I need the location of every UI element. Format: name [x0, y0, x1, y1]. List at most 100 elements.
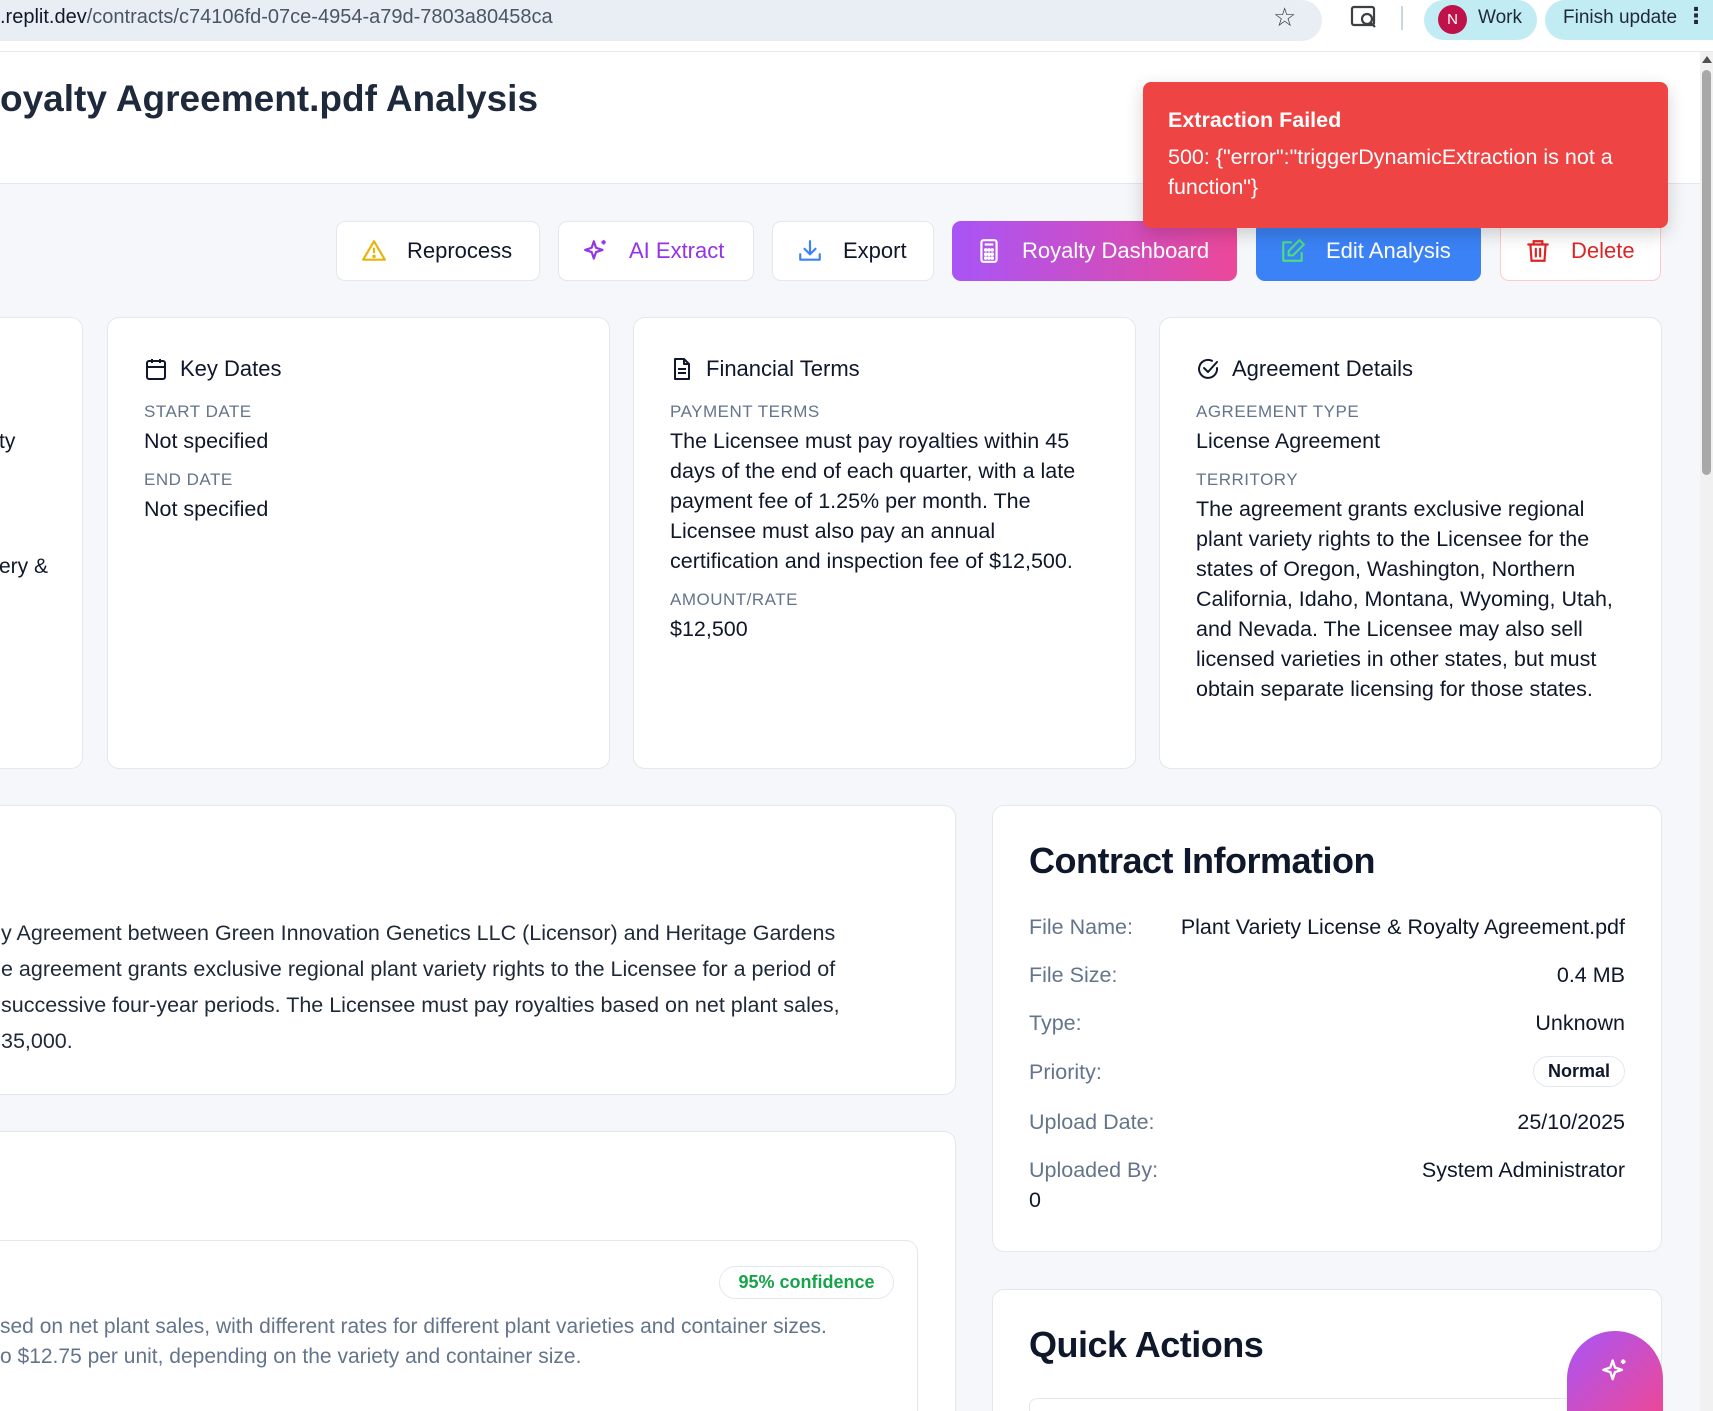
quick-actions-card: Quick Actions: [992, 1289, 1662, 1411]
summary-card: y Agreement between Green Innovation Gen…: [0, 805, 956, 1095]
download-icon: [799, 240, 821, 261]
confidence-badge: 95% confidence: [719, 1266, 894, 1299]
royalty-dashboard-button[interactable]: Royalty Dashboard: [952, 221, 1237, 281]
export-label: Export: [843, 238, 907, 263]
tab-search-icon[interactable]: [1350, 4, 1378, 30]
royalty-dashboard-label: Royalty Dashboard: [1022, 238, 1210, 263]
summary-line: y Agreement between Green Innovation Gen…: [1, 921, 836, 945]
address-bar[interactable]: .replit.dev/contracts/c74106fd-07ce-4954…: [0, 0, 1322, 41]
error-toast[interactable]: Extraction Failed 500: {"error":"trigger…: [1143, 82, 1668, 228]
term-line: sed on net plant sales, with different r…: [0, 1315, 827, 1338]
file-name-value: Plant Variety License & Royalty Agreemen…: [1180, 915, 1625, 939]
agreement-details-heading: Agreement Details: [1196, 356, 1413, 382]
warning-triangle-icon: [362, 240, 386, 261]
url-text[interactable]: .replit.dev/contracts/c74106fd-07ce-4954…: [0, 6, 553, 29]
type-label: Type:: [1029, 1011, 1082, 1035]
file-name-label: File Name:: [1029, 915, 1133, 939]
key-dates-card: Key Dates START DATE Not specified END D…: [107, 317, 610, 769]
avatar: N: [1438, 5, 1467, 34]
amount-rate-value: $12,500: [670, 617, 748, 641]
priority-label: Priority:: [1029, 1060, 1102, 1084]
toolbar-separator: [1401, 6, 1403, 30]
financial-terms-title: Financial Terms: [706, 356, 860, 381]
territory-label: TERRITORY: [1196, 470, 1299, 489]
quick-action-item[interactable]: [1029, 1398, 1625, 1411]
profile-chip[interactable]: N Work: [1424, 0, 1537, 40]
ai-extract-button[interactable]: AI Extract: [558, 221, 754, 281]
contract-information-title: Contract Information: [1029, 840, 1376, 881]
type-row: Type: Unknown: [1029, 1011, 1625, 1041]
ai-extract-label: AI Extract: [629, 238, 725, 263]
payment-terms-value: The Licensee must pay royalties within 4…: [670, 429, 1076, 573]
browser-toolbar: .replit.dev/contracts/c74106fd-07ce-4954…: [0, 0, 1713, 52]
key-dates-heading: Key Dates: [144, 356, 282, 382]
bookmark-star-icon[interactable]: ☆: [1273, 2, 1296, 33]
overview-card: ty ery &: [0, 317, 83, 769]
upload-date-row: Upload Date: 25/10/2025: [1029, 1110, 1625, 1140]
edit-analysis-button[interactable]: Edit Analysis: [1256, 221, 1481, 281]
priority-row: Priority: Normal: [1029, 1056, 1625, 1090]
delete-button[interactable]: Delete: [1500, 221, 1661, 281]
scrollbar-thumb[interactable]: [1702, 70, 1711, 475]
scroll-up-arrow-icon[interactable]: [1702, 56, 1712, 63]
start-date-label: START DATE: [144, 402, 252, 421]
kebab-menu-icon[interactable]: ⋮: [1685, 3, 1707, 29]
export-button[interactable]: Export: [772, 221, 934, 281]
url-host: .replit.dev: [0, 6, 87, 28]
file-size-value: 0.4 MB: [1556, 963, 1625, 987]
delete-label: Delete: [1571, 238, 1635, 263]
financial-terms-heading: Financial Terms: [670, 356, 860, 382]
finish-update-button[interactable]: Finish update ⋮: [1545, 0, 1713, 40]
term-line: o $12.75 per unit, depending on the vari…: [0, 1345, 582, 1368]
url-path: /contracts/c74106fd-07ce-4954-a79d-7803a…: [86, 6, 553, 28]
check-circle-icon: [1198, 358, 1219, 379]
contract-information-card: Contract Information File Name: Plant Va…: [992, 805, 1662, 1252]
toast-title: Extraction Failed: [1168, 108, 1342, 132]
end-date-label: END DATE: [144, 470, 233, 489]
sparkles-icon: [1602, 1359, 1626, 1381]
summary-line: successive four-year periods. The Licens…: [1, 993, 840, 1017]
edit-icon: [1282, 239, 1305, 262]
agreement-type-label: AGREEMENT TYPE: [1196, 402, 1360, 421]
key-dates-title: Key Dates: [180, 356, 282, 381]
agreement-type-value: License Agreement: [1196, 429, 1381, 453]
uploaded-by-id-row: 0: [1029, 1188, 1625, 1218]
uploaded-by-value: System Administrator: [1421, 1158, 1625, 1182]
trash-icon: [1527, 240, 1549, 262]
overview-fragment: ty: [0, 430, 16, 453]
finish-update-label: Finish update: [1563, 7, 1678, 28]
upload-date-label: Upload Date:: [1029, 1110, 1155, 1134]
end-date-value: Not specified: [144, 497, 269, 521]
financial-terms-card: Financial Terms PAYMENT TERMS The Licens…: [633, 317, 1136, 769]
type-value: Unknown: [1535, 1011, 1625, 1035]
quick-actions-title: Quick Actions: [1029, 1324, 1264, 1365]
file-size-label: File Size:: [1029, 963, 1118, 987]
calculator-icon: [980, 239, 998, 263]
upload-date-value: 25/10/2025: [1517, 1110, 1625, 1134]
overview-fragment: ery &: [0, 555, 49, 578]
file-size-row: File Size: 0.4 MB: [1029, 963, 1625, 993]
territory-value: The agreement grants exclusive regional …: [1196, 497, 1613, 701]
uploaded-by-row: Uploaded By: System Administrator: [1029, 1158, 1625, 1188]
page-title: oyalty Agreement.pdf Analysis: [0, 78, 539, 119]
agreement-details-card: Agreement Details AGREEMENT TYPE License…: [1159, 317, 1662, 769]
term-description: sed on net plant sales, with different r…: [0, 1312, 900, 1372]
payment-terms-label: PAYMENT TERMS: [670, 402, 820, 421]
summary-text: y Agreement between Green Innovation Gen…: [1, 915, 901, 1059]
summary-line: 35,000.: [1, 1029, 73, 1053]
file-text-icon: [674, 358, 690, 380]
file-name-row: File Name: Plant Variety License & Royal…: [1029, 915, 1625, 945]
uploaded-by-label: Uploaded By:: [1029, 1158, 1159, 1182]
sparkles-icon: [584, 240, 606, 260]
profile-label: Work: [1478, 7, 1522, 28]
edit-analysis-label: Edit Analysis: [1326, 238, 1451, 263]
reprocess-label: Reprocess: [407, 238, 513, 263]
reprocess-button[interactable]: Reprocess: [336, 221, 540, 281]
uploaded-by-id: 0: [1029, 1188, 1041, 1212]
start-date-value: Not specified: [144, 429, 269, 453]
amount-rate-label: AMOUNT/RATE: [670, 590, 798, 609]
priority-badge: Normal: [1532, 1056, 1625, 1087]
toast-message: 500: {"error":"triggerDynamicExtraction …: [1168, 145, 1613, 199]
summary-line: e agreement grants exclusive regional pl…: [1, 957, 836, 981]
agreement-details-title: Agreement Details: [1232, 356, 1413, 381]
